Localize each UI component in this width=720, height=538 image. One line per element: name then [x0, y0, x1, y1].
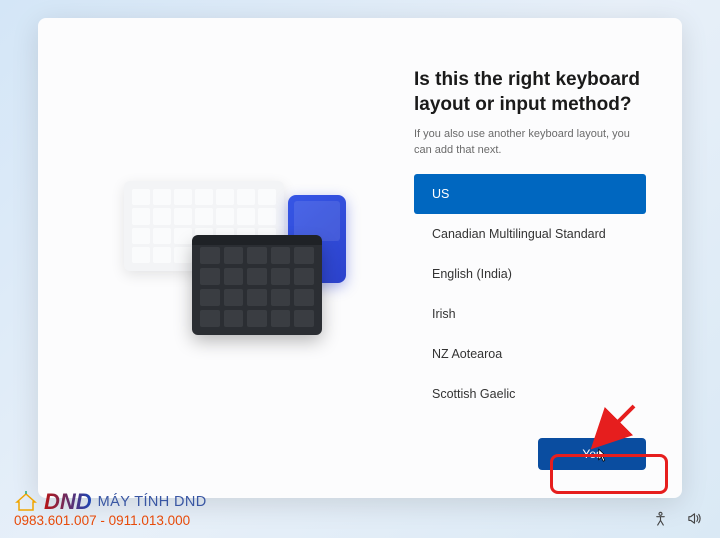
- watermark-phones: 0983.601.007 - 0911.013.000: [14, 513, 207, 528]
- oobe-setup-window: Is this the right keyboard layout or inp…: [38, 18, 682, 498]
- layout-option-english-india[interactable]: English (India): [414, 254, 646, 294]
- page-title: Is this the right keyboard layout or inp…: [414, 68, 646, 117]
- layout-option-irish[interactable]: Irish: [414, 294, 646, 334]
- dark-numpad-icon: [192, 239, 322, 335]
- footer: Yes: [414, 430, 646, 470]
- content-pane: Is this the right keyboard layout or inp…: [404, 68, 646, 470]
- keyboard-layout-list[interactable]: US Canadian Multilingual Standard Englis…: [414, 174, 646, 430]
- illustration-pane: [74, 68, 404, 470]
- volume-icon[interactable]: [686, 510, 702, 526]
- keyboard-illustration: [124, 159, 354, 339]
- yes-button-label: Yes: [582, 447, 602, 461]
- layout-option-us[interactable]: US: [414, 174, 646, 214]
- house-icon: [14, 490, 38, 514]
- accessibility-icon[interactable]: [652, 510, 668, 526]
- layout-option-nz[interactable]: NZ Aotearoa: [414, 334, 646, 374]
- system-tray: [652, 510, 702, 526]
- layout-option-scottish[interactable]: Scottish Gaelic: [414, 374, 646, 400]
- yes-button[interactable]: Yes: [538, 438, 646, 470]
- page-subtitle: If you also use another keyboard layout,…: [414, 127, 646, 158]
- layout-option-canadian[interactable]: Canadian Multilingual Standard: [414, 214, 646, 254]
